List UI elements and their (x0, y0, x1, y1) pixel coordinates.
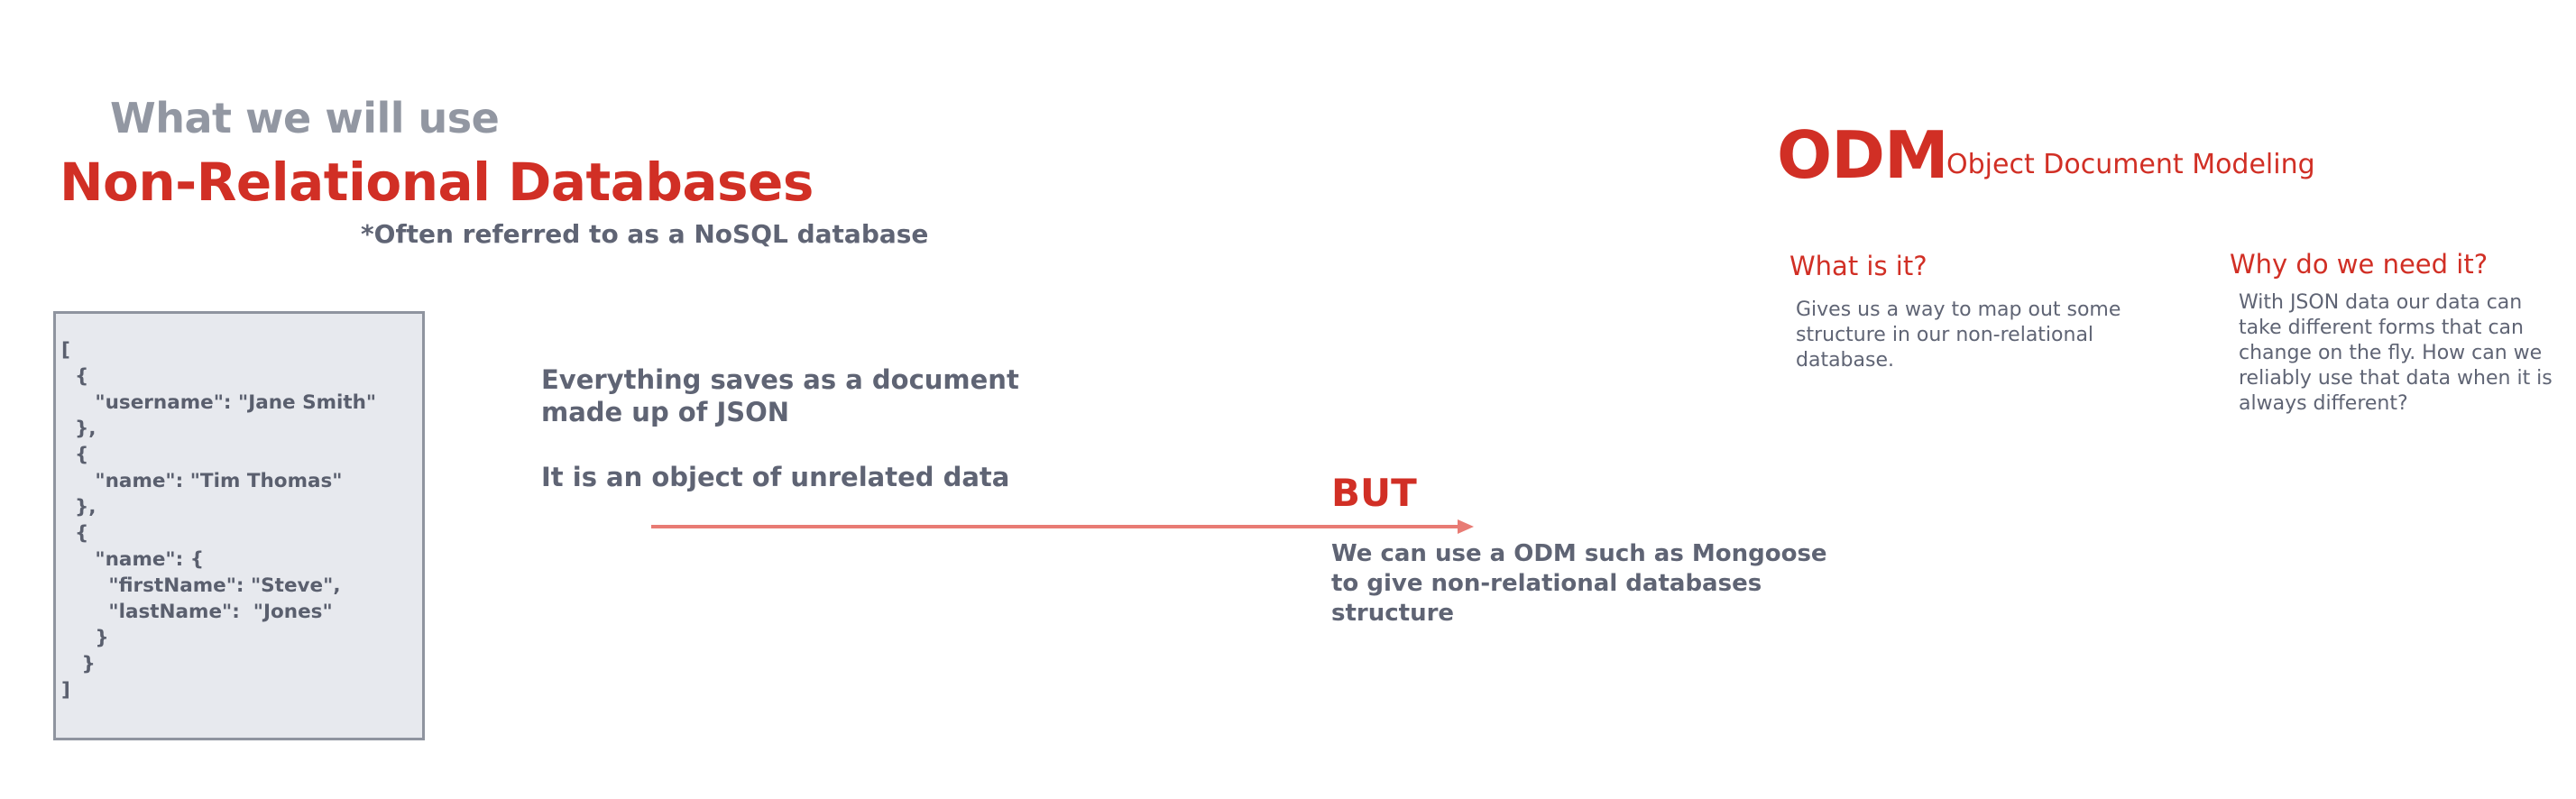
json-line: "name": "Tim Thomas" (61, 470, 343, 492)
json-example-code: [ { "username": "Jane Smith" }, { "name"… (61, 337, 376, 703)
connector-arrow (651, 519, 1474, 534)
what-is-it-line: database. (1796, 349, 1894, 372)
json-line: "firstName": "Steve", (61, 574, 341, 597)
why-need-it-line: always different? (2239, 392, 2408, 415)
what-is-it-line: Gives us a way to map out some (1796, 298, 2121, 321)
json-line: ] (61, 679, 70, 702)
but-explanation: We can use a ODM such as Mongoose to giv… (1331, 539, 1827, 629)
why-need-it-line: With JSON data our data can (2239, 291, 2523, 314)
json-example-box: [ { "username": "Jane Smith" }, { "name"… (53, 311, 425, 740)
what-is-it-answer: Gives us a way to map out some structure… (1796, 298, 2121, 373)
json-line: "name": { (61, 548, 205, 571)
but-explanation-line: structure (1331, 600, 1455, 627)
but-label: BUT (1331, 471, 1417, 515)
json-line: } (61, 627, 109, 649)
but-explanation-line: to give non-relational databases (1331, 570, 1762, 597)
json-line: { (61, 522, 89, 545)
json-line: "lastName": "Jones" (61, 601, 333, 623)
section-eyebrow: What we will use (110, 94, 500, 142)
json-line: { (61, 444, 89, 466)
what-is-it-line: structure in our non-relational (1796, 324, 2094, 346)
why-need-it-heading: Why do we need it? (2230, 249, 2489, 280)
but-explanation-line: We can use a ODM such as Mongoose (1331, 540, 1827, 567)
json-line: "username": "Jane Smith" (61, 391, 377, 414)
odm-acronym: ODM (1777, 117, 1949, 193)
odm-expansion: Object Document Modeling (1946, 149, 2315, 180)
document-statement: Everything saves as a document made up o… (541, 363, 1019, 428)
json-line: { (61, 365, 89, 388)
why-need-it-line: reliably use that data when it is (2239, 367, 2553, 390)
page-title: Non-Relational Databases (60, 152, 814, 213)
json-line: }, (61, 496, 97, 519)
what-is-it-heading: What is it? (1789, 251, 1927, 281)
json-line: }, (61, 418, 97, 440)
why-need-it-line: change on the fly. How can we (2239, 342, 2543, 364)
json-line: } (61, 653, 96, 675)
connector-arrowhead (1458, 519, 1474, 534)
document-statement-line: made up of JSON (541, 397, 790, 427)
title-footnote: *Often referred to as a NoSQL database (361, 219, 929, 249)
why-need-it-answer: With JSON data our data can take differe… (2239, 290, 2553, 417)
unrelated-data-statement: It is an object of unrelated data (541, 462, 1010, 492)
why-need-it-line: take different forms that can (2239, 317, 2524, 339)
json-line: [ (61, 339, 70, 362)
document-statement-line: Everything saves as a document (541, 364, 1019, 395)
